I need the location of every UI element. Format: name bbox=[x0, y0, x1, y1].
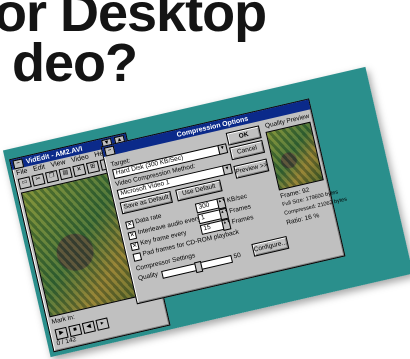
keyframe-checkbox[interactable]: ✕ bbox=[130, 241, 140, 252]
dialog-control-icon[interactable]: – bbox=[103, 145, 116, 157]
data-rate-checkbox[interactable]: ✕ bbox=[125, 220, 135, 230]
paste-icon[interactable]: ▤ bbox=[58, 166, 73, 181]
method-dropdown-icon[interactable]: ▼ bbox=[221, 163, 233, 176]
compress-icon[interactable]: ⊞ bbox=[85, 160, 101, 174]
quality-label: Quality bbox=[137, 270, 159, 283]
pad-frames-checkbox[interactable] bbox=[132, 252, 143, 262]
preview-button[interactable]: Preview >> bbox=[233, 158, 270, 179]
target-dropdown-icon[interactable]: ▼ bbox=[217, 143, 229, 155]
interleave-checkbox[interactable]: ✕ bbox=[127, 230, 138, 241]
configure-button[interactable]: Configure... bbox=[251, 235, 290, 257]
cut-icon[interactable]: ✂ bbox=[31, 173, 46, 187]
headline-line2: deo? bbox=[12, 33, 138, 93]
delete-icon[interactable]: ✕ bbox=[72, 163, 87, 178]
quality-slider-thumb[interactable] bbox=[193, 260, 203, 274]
keyframe-spinner[interactable]: ▲▼ bbox=[221, 218, 232, 231]
forward-icon[interactable]: ▸ bbox=[95, 317, 110, 331]
quality-value: 50 bbox=[232, 251, 242, 261]
rewind-icon[interactable]: ◀ bbox=[81, 320, 96, 334]
keyframe-unit: Frames bbox=[231, 214, 255, 226]
screenshot-photo: – VidEdit - AM2.AVI ▾ ▴ File Edit View V… bbox=[2, 66, 410, 358]
copy-icon[interactable]: ❐ bbox=[44, 169, 60, 184]
open-icon[interactable]: ▭ bbox=[17, 176, 32, 190]
quality-preview-image bbox=[265, 121, 324, 191]
interleave-unit: Frames bbox=[228, 203, 252, 216]
data-rate-unit: KB/sec bbox=[226, 192, 248, 205]
